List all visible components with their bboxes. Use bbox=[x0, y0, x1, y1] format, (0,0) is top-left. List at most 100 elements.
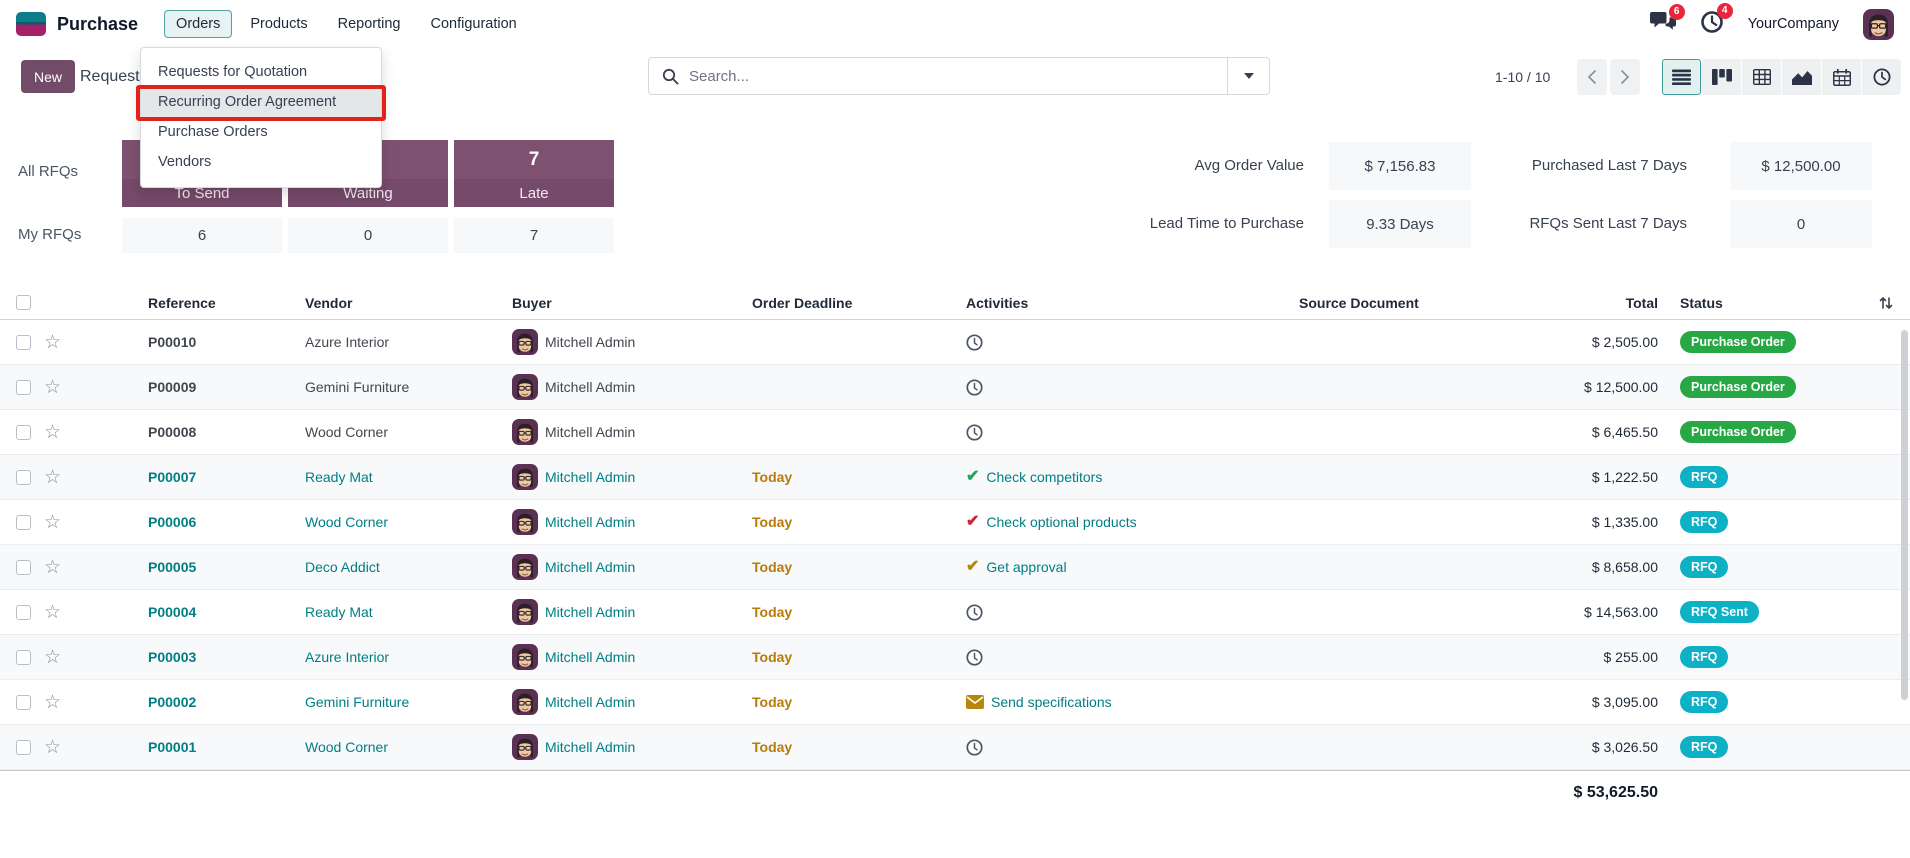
row-checkbox[interactable] bbox=[16, 515, 31, 530]
row-checkbox[interactable] bbox=[16, 425, 31, 440]
search-bar[interactable] bbox=[648, 57, 1270, 95]
table-row[interactable]: ☆ P00007 Ready Mat Mitchell Admin Today … bbox=[0, 455, 1910, 500]
check-red-icon[interactable]: ✔ bbox=[966, 514, 979, 530]
menu-products[interactable]: Products bbox=[238, 10, 319, 38]
activity-label[interactable]: Send specifications bbox=[991, 694, 1112, 710]
search-input[interactable] bbox=[689, 68, 1227, 85]
activity-label[interactable]: Check optional products bbox=[986, 514, 1136, 530]
purchase-app-icon[interactable] bbox=[16, 12, 46, 36]
vendor-name[interactable]: Azure Interior bbox=[305, 334, 389, 350]
my-late-count[interactable]: 7 bbox=[454, 218, 614, 253]
dropdown-item-purchase-orders[interactable]: Purchase Orders bbox=[141, 117, 381, 147]
reference-link[interactable]: P00007 bbox=[148, 469, 196, 485]
graph-view-button[interactable] bbox=[1782, 59, 1821, 95]
header-total[interactable]: Total bbox=[1501, 295, 1661, 311]
activity-view-button[interactable] bbox=[1862, 59, 1901, 95]
activity-label[interactable]: Check competitors bbox=[986, 469, 1102, 485]
vendor-name[interactable]: Gemini Furniture bbox=[305, 379, 409, 395]
vendor-name[interactable]: Ready Mat bbox=[305, 604, 373, 620]
table-row[interactable]: ☆ P00003 Azure Interior Mitchell Admin T… bbox=[0, 635, 1910, 680]
row-checkbox[interactable] bbox=[16, 380, 31, 395]
activity-label[interactable]: Get approval bbox=[986, 559, 1066, 575]
table-row[interactable]: ☆ P00002 Gemini Furniture Mitchell Admin… bbox=[0, 680, 1910, 725]
clock-icon[interactable] bbox=[966, 334, 983, 351]
my-waiting-count[interactable]: 0 bbox=[288, 218, 448, 253]
row-checkbox[interactable] bbox=[16, 470, 31, 485]
messages-button[interactable]: 6 bbox=[1650, 11, 1676, 38]
kanban-view-button[interactable] bbox=[1702, 59, 1741, 95]
reference-link[interactable]: P00006 bbox=[148, 514, 196, 530]
vendor-name[interactable]: Wood Corner bbox=[305, 424, 388, 440]
company-name[interactable]: YourCompany bbox=[1748, 16, 1839, 32]
favorite-star-icon[interactable]: ☆ bbox=[44, 333, 61, 352]
pager-next-button[interactable] bbox=[1610, 59, 1640, 95]
row-checkbox[interactable] bbox=[16, 560, 31, 575]
envelope-icon[interactable] bbox=[966, 695, 984, 709]
clock-icon[interactable] bbox=[966, 649, 983, 666]
pager-previous-button[interactable] bbox=[1577, 59, 1607, 95]
table-row[interactable]: ☆ P00008 Wood Corner Mitchell Admin $ 6,… bbox=[0, 410, 1910, 455]
optional-columns-icon[interactable] bbox=[1878, 295, 1894, 311]
new-button[interactable]: New bbox=[21, 60, 75, 93]
reference-link[interactable]: P00010 bbox=[148, 334, 196, 350]
vendor-name[interactable]: Wood Corner bbox=[305, 514, 388, 530]
calendar-view-button[interactable] bbox=[1822, 59, 1861, 95]
table-row[interactable]: ☆ P00009 Gemini Furniture Mitchell Admin… bbox=[0, 365, 1910, 410]
favorite-star-icon[interactable]: ☆ bbox=[44, 558, 61, 577]
user-avatar[interactable] bbox=[1863, 9, 1894, 40]
header-order-deadline[interactable]: Order Deadline bbox=[752, 295, 966, 311]
pivot-view-button[interactable] bbox=[1742, 59, 1781, 95]
dropdown-item-vendors[interactable]: Vendors bbox=[141, 147, 381, 177]
header-reference[interactable]: Reference bbox=[80, 295, 305, 311]
header-vendor[interactable]: Vendor bbox=[305, 295, 512, 311]
table-row[interactable]: ☆ P00001 Wood Corner Mitchell Admin Toda… bbox=[0, 725, 1910, 770]
reference-link[interactable]: P00004 bbox=[148, 604, 196, 620]
activities-button[interactable]: 4 bbox=[1700, 10, 1724, 39]
row-checkbox[interactable] bbox=[16, 695, 31, 710]
reference-link[interactable]: P00001 bbox=[148, 739, 196, 755]
clock-icon[interactable] bbox=[966, 739, 983, 756]
favorite-star-icon[interactable]: ☆ bbox=[44, 648, 61, 667]
favorite-star-icon[interactable]: ☆ bbox=[44, 378, 61, 397]
search-filter-toggle[interactable] bbox=[1227, 58, 1269, 94]
header-activities[interactable]: Activities bbox=[966, 295, 1266, 311]
vendor-name[interactable]: Deco Addict bbox=[305, 559, 380, 575]
reference-link[interactable]: P00009 bbox=[148, 379, 196, 395]
reference-link[interactable]: P00005 bbox=[148, 559, 196, 575]
menu-orders[interactable]: Orders bbox=[164, 10, 232, 38]
dropdown-item-requests-for-quotation[interactable]: Requests for Quotation bbox=[141, 57, 381, 87]
select-all-checkbox[interactable] bbox=[16, 295, 31, 310]
card-late[interactable]: 7 Late bbox=[454, 140, 614, 207]
table-row[interactable]: ☆ P00006 Wood Corner Mitchell Admin Toda… bbox=[0, 500, 1910, 545]
table-row[interactable]: ☆ P00005 Deco Addict Mitchell Admin Toda… bbox=[0, 545, 1910, 590]
table-row[interactable]: ☆ P00010 Azure Interior Mitchell Admin $… bbox=[0, 320, 1910, 365]
scrollbar[interactable] bbox=[1901, 330, 1908, 700]
reference-link[interactable]: P00003 bbox=[148, 649, 196, 665]
menu-reporting[interactable]: Reporting bbox=[326, 10, 413, 38]
header-status[interactable]: Status bbox=[1661, 295, 1861, 311]
list-view-button[interactable] bbox=[1662, 59, 1701, 95]
row-checkbox[interactable] bbox=[16, 650, 31, 665]
table-row[interactable]: ☆ P00004 Ready Mat Mitchell Admin Today … bbox=[0, 590, 1910, 635]
my-to-send-count[interactable]: 6 bbox=[122, 218, 282, 253]
header-buyer[interactable]: Buyer bbox=[512, 295, 752, 311]
clock-icon[interactable] bbox=[966, 604, 983, 621]
check-green-icon[interactable]: ✔ bbox=[966, 469, 979, 485]
row-checkbox[interactable] bbox=[16, 605, 31, 620]
favorite-star-icon[interactable]: ☆ bbox=[44, 513, 61, 532]
row-checkbox[interactable] bbox=[16, 335, 31, 350]
favorite-star-icon[interactable]: ☆ bbox=[44, 693, 61, 712]
reference-link[interactable]: P00008 bbox=[148, 424, 196, 440]
row-checkbox[interactable] bbox=[16, 740, 31, 755]
vendor-name[interactable]: Wood Corner bbox=[305, 739, 388, 755]
check-yellow-icon[interactable]: ✔ bbox=[966, 559, 979, 575]
vendor-name[interactable]: Ready Mat bbox=[305, 469, 373, 485]
clock-icon[interactable] bbox=[966, 379, 983, 396]
vendor-name[interactable]: Gemini Furniture bbox=[305, 694, 409, 710]
menu-configuration[interactable]: Configuration bbox=[418, 10, 528, 38]
vendor-name[interactable]: Azure Interior bbox=[305, 649, 389, 665]
reference-link[interactable]: P00002 bbox=[148, 694, 196, 710]
header-source-document[interactable]: Source Document bbox=[1266, 295, 1501, 311]
favorite-star-icon[interactable]: ☆ bbox=[44, 423, 61, 442]
dropdown-item-recurring-order-agreement[interactable]: Recurring Order Agreement bbox=[141, 87, 381, 117]
